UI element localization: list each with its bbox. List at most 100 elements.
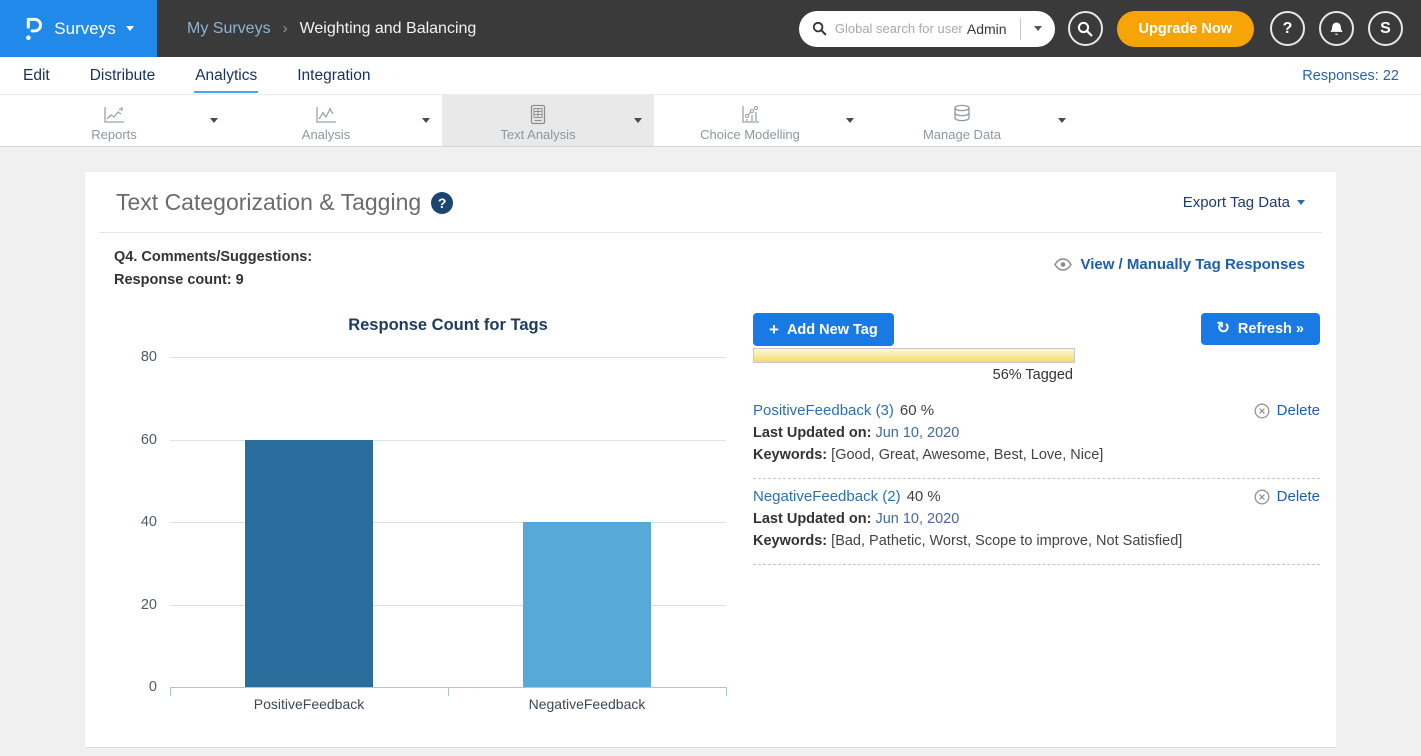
breadcrumb-parent[interactable]: My Surveys [187, 20, 271, 38]
chevron-down-icon [1297, 200, 1305, 205]
tag-updated-line: Last Updated on: Jun 10, 2020 [753, 511, 1320, 527]
card-header: Text Categorization & Tagging ? Export T… [99, 172, 1322, 233]
eye-icon [1054, 258, 1072, 271]
avatar-initial: S [1380, 20, 1391, 38]
y-axis-tick-label: 80 [141, 349, 157, 365]
tag-name-link[interactable]: NegativeFeedback (2) [753, 488, 901, 505]
search-scope-label: Admin [963, 21, 1020, 37]
tab-distribute[interactable]: Distribute [89, 58, 156, 93]
bar-PositiveFeedback[interactable] [245, 440, 373, 688]
chevron-down-icon [1034, 26, 1042, 31]
chevron-down-icon[interactable] [846, 118, 866, 123]
tag-percent: 60 % [900, 402, 934, 419]
help-tooltip-icon[interactable]: ? [431, 192, 453, 214]
updated-value: Jun 10, 2020 [875, 511, 959, 527]
questionpro-logo-icon [23, 15, 44, 43]
text-analysis-icon [529, 104, 547, 125]
topbar-actions: Admin Upgrade Now ? S [799, 0, 1421, 57]
refresh-button[interactable]: ↻ Refresh » [1201, 313, 1321, 345]
analytics-toolbar: Reports Analysis Text Analysis Choice Mo… [0, 95, 1421, 147]
x-axis-tick [170, 687, 171, 696]
tagging-body: Response Count for Tags 020406080Positiv… [85, 302, 1336, 688]
refresh-icon: ↻ [1217, 321, 1230, 337]
tag-updated-line: Last Updated on: Jun 10, 2020 [753, 425, 1320, 441]
chevron-down-icon [126, 26, 134, 31]
x-axis-tick [448, 687, 449, 696]
analysis-chart-icon [314, 104, 338, 125]
top-bar: Surveys My Surveys › Weighting and Balan… [0, 0, 1421, 57]
tagged-progress-fill [754, 349, 1074, 362]
y-axis-tick-label: 0 [149, 679, 157, 695]
chevron-down-icon[interactable] [634, 118, 654, 123]
view-manually-tag-link[interactable]: View / Manually Tag Responses [1054, 246, 1305, 292]
x-axis-tick [726, 687, 727, 696]
keywords-value: [Good, Great, Awesome, Best, Love, Nice] [831, 447, 1103, 463]
keywords-label: Keywords: [753, 447, 827, 463]
toolbar-item-choice-modelling[interactable]: Choice Modelling [654, 95, 866, 146]
tab-edit[interactable]: Edit [22, 58, 51, 93]
tag-percent: 40 % [907, 488, 941, 505]
y-axis-tick-label: 40 [141, 514, 157, 530]
chevron-down-icon[interactable] [422, 118, 442, 123]
question-mark-icon: ? [1283, 20, 1293, 38]
chevron-down-icon[interactable] [210, 118, 230, 123]
text-tagging-card: Text Categorization & Tagging ? Export T… [85, 172, 1336, 748]
database-icon [952, 104, 972, 125]
tag-list: PositiveFeedback (3) 60 % Delete Last Up… [753, 393, 1320, 565]
notifications-button[interactable] [1319, 11, 1354, 46]
tab-analytics[interactable]: Analytics [194, 58, 258, 93]
search-scope-dropdown[interactable] [1021, 11, 1055, 47]
circled-x-icon [1254, 489, 1270, 505]
x-axis-category-label: NegativeFeedback [529, 696, 646, 712]
tagged-progress-bar [753, 348, 1075, 363]
refresh-label: Refresh » [1238, 321, 1304, 337]
tab-integration[interactable]: Integration [296, 58, 371, 93]
user-avatar[interactable]: S [1368, 11, 1403, 46]
bar-NegativeFeedback[interactable] [523, 522, 651, 687]
tag-name-link[interactable]: PositiveFeedback (3) [753, 402, 894, 419]
tag-entry: PositiveFeedback (3) 60 % Delete Last Up… [753, 393, 1320, 479]
tagged-percent-label: 56% Tagged [753, 367, 1075, 383]
updated-label: Last Updated on: [753, 425, 871, 441]
upgrade-now-button[interactable]: Upgrade Now [1117, 11, 1254, 47]
toolbar-item-manage-data[interactable]: Manage Data [866, 95, 1078, 146]
responses-count: Responses: 22 [1302, 68, 1399, 84]
export-tag-data-dropdown[interactable]: Export Tag Data [1183, 194, 1305, 211]
gridline [170, 357, 726, 358]
search-button[interactable] [1068, 11, 1103, 46]
toolbar-label: Reports [91, 127, 137, 142]
line-chart-icon [102, 104, 126, 125]
x-axis-category-label: PositiveFeedback [254, 696, 365, 712]
keywords-label: Keywords: [753, 533, 827, 549]
question-header: Q4. Comments/Suggestions: Response count… [99, 233, 1322, 302]
delete-label: Delete [1277, 402, 1320, 419]
delete-tag-button[interactable]: Delete [1254, 488, 1320, 505]
add-new-tag-label: Add New Tag [787, 322, 878, 338]
breadcrumb-current: Weighting and Balancing [300, 20, 477, 38]
topbar-spacer [476, 0, 799, 57]
toolbar-item-analysis[interactable]: Analysis [230, 95, 442, 146]
updated-value: Jun 10, 2020 [875, 425, 959, 441]
add-new-tag-button[interactable]: + Add New Tag [753, 313, 894, 346]
tag-entry: NegativeFeedback (2) 40 % Delete Last Up… [753, 479, 1320, 565]
choice-modelling-icon [739, 104, 761, 125]
delete-tag-button[interactable]: Delete [1254, 402, 1320, 419]
view-manually-tag-label: View / Manually Tag Responses [1080, 256, 1305, 273]
global-search: Admin [799, 11, 1055, 47]
tags-panel: + Add New Tag ↻ Refresh » 56% Tagged [741, 302, 1322, 688]
global-search-input[interactable] [835, 21, 963, 36]
search-icon [812, 21, 827, 36]
toolbar-item-text-analysis[interactable]: Text Analysis [442, 95, 654, 146]
tag-keywords-line: Keywords: [Bad, Pathetic, Worst, Scope t… [753, 533, 1320, 549]
toolbar-item-reports[interactable]: Reports [18, 95, 230, 146]
chart-plot: 020406080PositiveFeedbackNegativeFeedbac… [170, 357, 726, 688]
survey-nav: Edit Distribute Analytics Integration Re… [0, 57, 1421, 95]
tag-keywords-line: Keywords: [Good, Great, Awesome, Best, L… [753, 447, 1320, 463]
page-content: Text Categorization & Tagging ? Export T… [0, 147, 1421, 756]
product-switcher[interactable]: Surveys [0, 0, 157, 57]
chevron-down-icon[interactable] [1058, 118, 1078, 123]
tag-actions-row: + Add New Tag ↻ Refresh » [753, 313, 1320, 346]
y-axis-tick-label: 20 [141, 597, 157, 613]
help-button[interactable]: ? [1270, 11, 1305, 46]
toolbar-label: Manage Data [923, 127, 1001, 142]
